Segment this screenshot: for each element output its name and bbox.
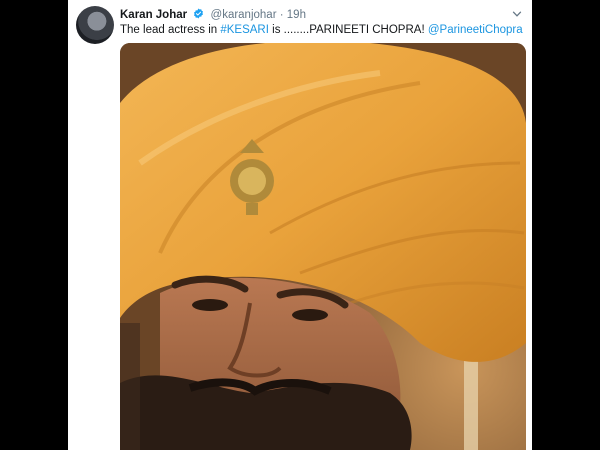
author-name[interactable]: Karan Johar bbox=[120, 9, 187, 21]
tweet-text: The lead actress in #KESARI is ........P… bbox=[120, 23, 524, 38]
tweet-timestamp[interactable]: 19h bbox=[287, 9, 306, 21]
avatar[interactable] bbox=[76, 6, 114, 44]
author-handle[interactable]: @karanjohar bbox=[211, 9, 277, 21]
verified-badge-icon bbox=[194, 8, 204, 19]
tweet-text-part: is ........PARINEETI CHOPRA! bbox=[268, 24, 428, 36]
chevron-down-icon[interactable] bbox=[512, 9, 522, 19]
tweet-card: Karan Johar @karanjohar · 19h The lead a… bbox=[68, 0, 532, 450]
tweet-image[interactable] bbox=[120, 43, 526, 450]
turban-portrait-image bbox=[120, 43, 526, 450]
tweet-header: Karan Johar @karanjohar · 19h bbox=[120, 7, 522, 23]
mention-link[interactable]: @ParineetiChopra bbox=[428, 24, 523, 36]
separator-dot: · bbox=[279, 9, 284, 21]
tweet-text-part: The lead actress in bbox=[120, 24, 221, 36]
hashtag-link[interactable]: #KESARI bbox=[220, 24, 269, 36]
